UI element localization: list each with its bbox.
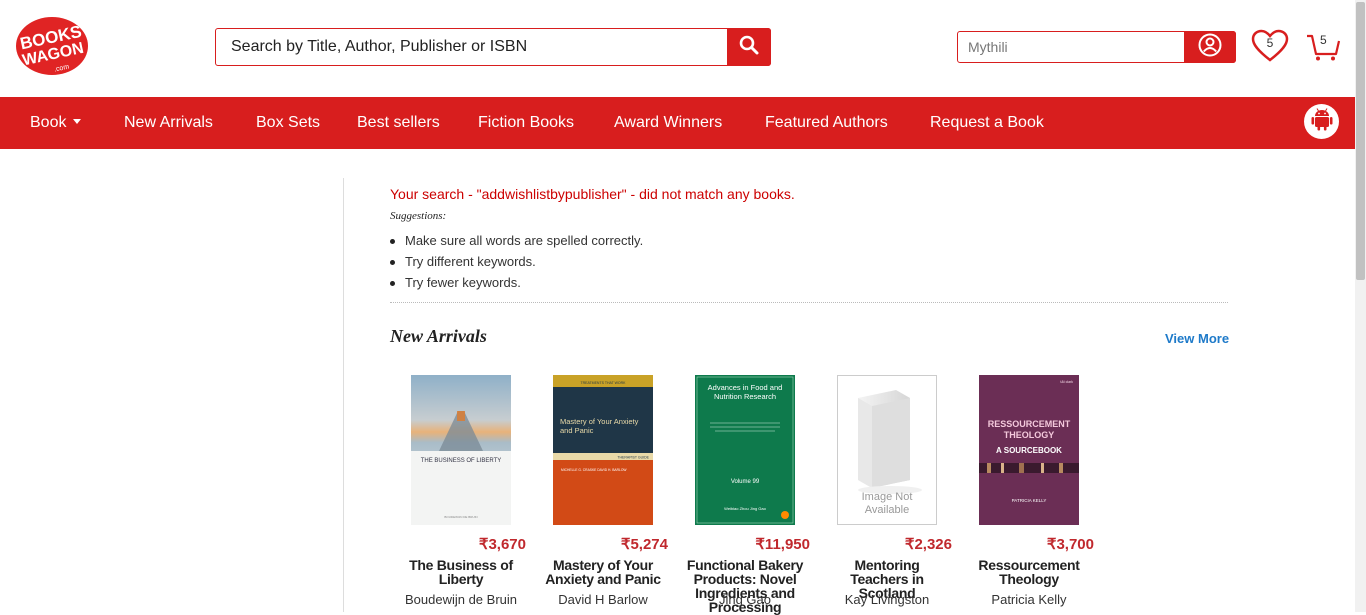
suggestion-item: Try fewer keywords. <box>390 272 643 293</box>
book-author[interactable]: Jing Gao <box>680 592 810 607</box>
svg-text:PATRICIA KELLY: PATRICIA KELLY <box>1012 498 1047 503</box>
suggestion-item: Make sure all words are spelled correctl… <box>390 230 643 251</box>
book-price: ₹2,326 <box>904 536 952 553</box>
book-title[interactable]: The Business of Liberty <box>396 558 526 586</box>
account-button[interactable] <box>1184 31 1236 63</box>
book-author[interactable]: Boudewijn de Bruin <box>396 592 526 607</box>
svg-text:MICHELLE G. CRASKE DAVID H. B: MICHELLE G. CRASKE DAVID H. BARLOW <box>561 468 627 472</box>
cart-icon <box>1305 34 1341 66</box>
nav-item-best-sellers[interactable]: Best sellers <box>357 97 440 149</box>
svg-text:t&t clark: t&t clark <box>1060 380 1073 384</box>
book-cover[interactable]: THE BUSINESS OF LIBERTY BOUDEWIJN DE BRU… <box>411 375 511 525</box>
svg-text:BOUDEWIJN DE BRUIN: BOUDEWIJN DE BRUIN <box>444 515 477 519</box>
suggestion-item: Try different keywords. <box>390 251 643 272</box>
book-price: ₹3,700 <box>1046 536 1094 553</box>
book-price: ₹11,950 <box>755 536 810 553</box>
android-app-button[interactable] <box>1304 104 1339 139</box>
book-cover[interactable]: t&t clark RESSOURCEMENT THEOLOGY A SOURC… <box>979 375 1079 525</box>
book-title[interactable]: Mastery of Your Anxiety and Panic <box>538 558 668 586</box>
book-author[interactable]: David H Barlow <box>538 592 668 607</box>
nav-label: Book <box>30 114 67 131</box>
book-title[interactable]: Ressourcement Theology <box>964 558 1094 586</box>
book-cover[interactable]: Advances in Food and Nutrition Research … <box>695 375 795 525</box>
svg-text:A SOURCEBOOK: A SOURCEBOOK <box>996 446 1062 455</box>
cart-count: 5 <box>1320 33 1327 47</box>
nav-item-book[interactable]: Book <box>30 97 82 149</box>
nav-item-new-arrivals[interactable]: New Arrivals <box>124 97 213 149</box>
wishlist-button[interactable]: 5 <box>1251 29 1289 63</box>
user-icon <box>1198 33 1222 62</box>
nav-item-featured-authors[interactable]: Featured Authors <box>765 97 888 149</box>
suggestions-list: Make sure all words are spelled correctl… <box>390 230 643 293</box>
nav-item-box-sets[interactable]: Box Sets <box>256 97 320 149</box>
search-icon <box>739 35 759 60</box>
heart-icon <box>1251 29 1289 67</box>
nav-item-award-winners[interactable]: Award Winners <box>614 97 722 149</box>
book-price: ₹3,670 <box>478 536 526 553</box>
user-account-box[interactable]: Mythili <box>957 31 1236 63</box>
svg-text:TREATMENTS THAT WORK: TREATMENTS THAT WORK <box>580 381 626 385</box>
book-price: ₹5,274 <box>620 536 668 553</box>
cart-button[interactable]: 5 <box>1305 30 1341 62</box>
svg-text:Volume 99: Volume 99 <box>731 479 760 485</box>
search-bar <box>215 28 771 66</box>
top-header: BOOKS WAGON .com Mythili 5 5 <box>0 0 1366 97</box>
section-divider <box>390 302 1228 303</box>
user-name: Mythili <box>968 39 1008 55</box>
sidebar-divider <box>343 178 344 612</box>
svg-text:Weibiao Zhou Jing Gao: Weibiao Zhou Jing Gao <box>724 506 767 511</box>
bookswagon-logo[interactable]: BOOKS WAGON .com <box>15 16 89 76</box>
book-author[interactable]: Patricia Kelly <box>964 592 1094 607</box>
view-more-link[interactable]: View More <box>1165 331 1229 346</box>
suggestions-label: Suggestions: <box>390 210 447 222</box>
svg-text:THE BUSINESS OF LIBERTY: THE BUSINESS OF LIBERTY <box>421 458 502 464</box>
svg-text:THERAPIST GUIDE: THERAPIST GUIDE <box>617 456 649 460</box>
page-scrollbar-thumb[interactable] <box>1356 2 1365 280</box>
book-author[interactable]: Kay Livingston <box>822 592 952 607</box>
nav-item-request-a-book[interactable]: Request a Book <box>930 97 1044 149</box>
nav-item-fiction-books[interactable]: Fiction Books <box>478 97 574 149</box>
search-button[interactable] <box>727 28 771 66</box>
wishlist-count: 5 <box>1266 36 1274 50</box>
book-cover-placeholder[interactable]: Image Not Available <box>837 375 937 525</box>
main-nav: Book New Arrivals Box Sets Best sellers … <box>0 97 1366 149</box>
no-results-message: Your search - "addwishlistbypublisher" -… <box>390 186 795 202</box>
new-arrivals-heading: New Arrivals <box>390 326 487 346</box>
caret-down-icon <box>73 119 82 124</box>
image-not-available-text: Image Not Available <box>861 491 913 516</box>
search-input[interactable] <box>216 29 728 65</box>
book-cover[interactable]: TREATMENTS THAT WORK Mastery of Your Anx… <box>553 375 653 525</box>
android-icon <box>1311 107 1333 136</box>
